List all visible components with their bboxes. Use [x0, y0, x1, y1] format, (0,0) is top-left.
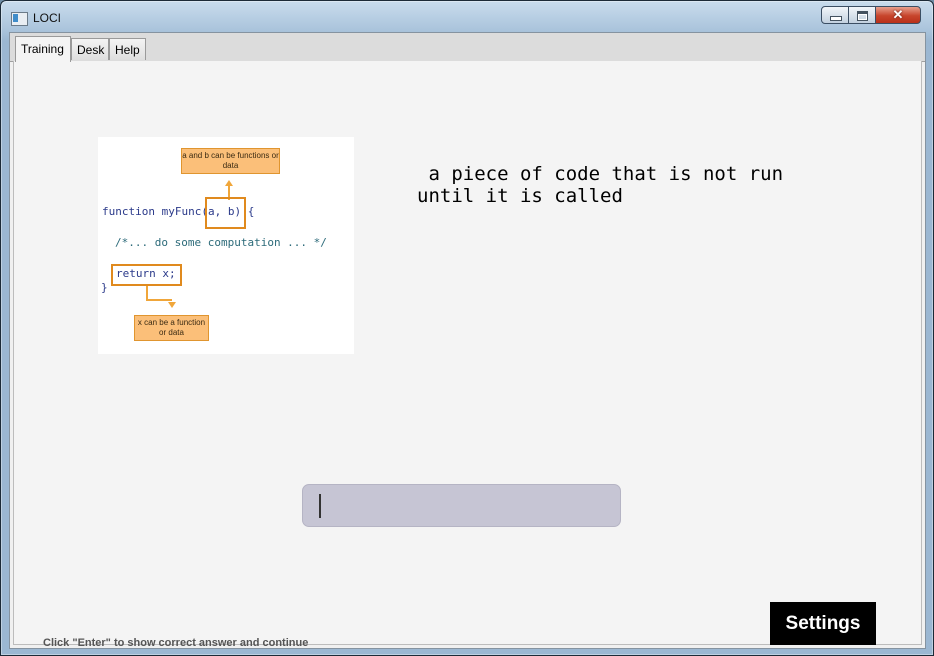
- code-line-comment: /*... do some computation ... */: [115, 236, 327, 249]
- tab-desk[interactable]: Desk: [71, 38, 109, 60]
- return-highlight: [111, 264, 182, 286]
- app-window: LOCI ✕ Training Desk Help a and b can be…: [0, 0, 934, 656]
- note-return: x can be a function or data: [134, 315, 209, 341]
- training-panel: a and b can be functions or data functio…: [13, 61, 922, 649]
- arrow-head-down: [168, 302, 176, 308]
- tab-help[interactable]: Help: [109, 38, 146, 60]
- maximize-icon: [857, 11, 868, 21]
- tab-strip: Training Desk Help: [10, 33, 925, 62]
- minimize-button[interactable]: [821, 6, 849, 24]
- arrow-head-up: [225, 180, 233, 186]
- close-button[interactable]: ✕: [875, 6, 921, 24]
- flashcard-image: a and b can be functions or data functio…: [98, 137, 354, 354]
- maximize-button[interactable]: [848, 6, 876, 24]
- note-params: a and b can be functions or data: [181, 148, 280, 174]
- close-icon: ✕: [892, 7, 904, 22]
- tab-training[interactable]: Training: [15, 36, 71, 62]
- title-bar[interactable]: LOCI ✕: [1, 1, 933, 33]
- arrow-return-h: [146, 299, 172, 301]
- answer-input[interactable]: [317, 493, 607, 519]
- settings-button[interactable]: Settings: [770, 602, 876, 645]
- answer-box[interactable]: [302, 484, 621, 527]
- enter-hint: Click "Enter" to show correct answer and…: [43, 637, 309, 649]
- definition-text: a piece of code that is not run until it…: [417, 163, 784, 207]
- client-area: Training Desk Help a and b can be functi…: [9, 32, 926, 649]
- code-line-close-brace: }: [101, 281, 108, 294]
- window-title: LOCI: [33, 11, 62, 25]
- params-highlight: [205, 197, 246, 229]
- app-icon: [11, 12, 28, 26]
- minimize-icon: [830, 16, 842, 21]
